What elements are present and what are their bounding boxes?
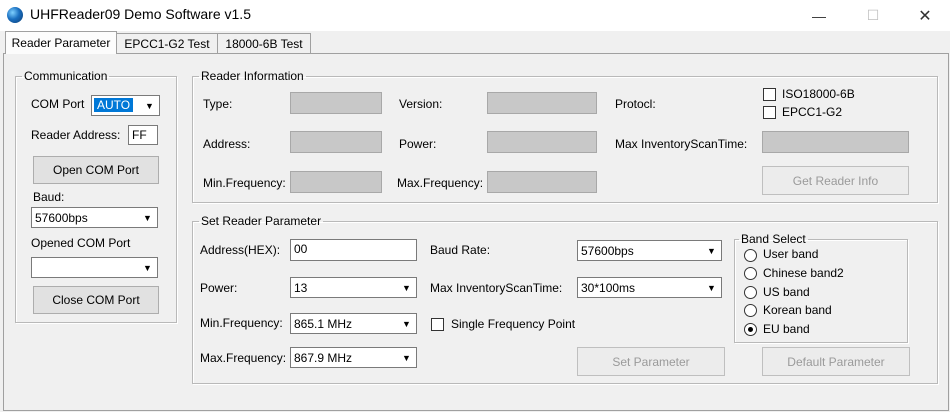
min-frequency-field <box>290 171 382 193</box>
power-label: Power: <box>399 137 437 151</box>
baud-value: 57600bps <box>35 211 88 225</box>
max-inventory-scan-time-value: 30*100ms <box>581 281 636 295</box>
set-reader-parameter-legend: Set Reader Parameter <box>201 214 322 228</box>
power-value: 13 <box>294 281 308 295</box>
tab-reader-parameter[interactable]: Reader Parameter <box>5 31 117 54</box>
maximize-button[interactable]: ☐ <box>850 0 896 31</box>
get-reader-info-button[interactable]: Get Reader Info <box>762 166 909 195</box>
single-frequency-point-label: Single Frequency Point <box>451 317 576 331</box>
band-select-group: Band Select <box>734 232 908 343</box>
epcc1-g2-checkbox[interactable] <box>763 106 776 119</box>
default-parameter-button[interactable]: Default Parameter <box>762 347 910 376</box>
korean-band-label: Korean band <box>763 303 832 317</box>
chevron-down-icon: ▼ <box>707 245 716 256</box>
min-frequency-setting-label: Min.Frequency: <box>200 316 283 330</box>
power-select[interactable]: 13 ▼ <box>290 277 417 298</box>
max-inventory-scan-time-setting-label: Max InventoryScanTime: <box>430 281 563 295</box>
version-field <box>487 92 597 114</box>
minimize-button[interactable]: — <box>796 0 842 31</box>
max-frequency-setting-label: Max.Frequency: <box>200 351 287 365</box>
korean-band-radio[interactable] <box>744 304 757 317</box>
app-globe-icon <box>7 7 23 23</box>
tab-18000-6b-test[interactable]: 18000-6B Test <box>217 33 311 53</box>
chevron-down-icon: ▼ <box>402 352 411 363</box>
max-inventory-scan-time-label: Max InventoryScanTime: <box>615 137 748 151</box>
type-field <box>290 92 382 114</box>
address-hex-label: Address(HEX): <box>200 243 281 257</box>
max-frequency-label: Max.Frequency: <box>397 176 484 190</box>
protocol-label: Protocl: <box>615 97 656 111</box>
reader-address-input[interactable]: FF <box>128 125 158 145</box>
baud-rate-label: Baud Rate: <box>430 243 491 257</box>
max-frequency-field <box>487 171 597 193</box>
single-frequency-point-checkbox[interactable] <box>431 318 444 331</box>
chinese-band2-radio[interactable] <box>744 267 757 280</box>
min-frequency-select[interactable]: 865.1 MHz ▼ <box>290 313 417 334</box>
opened-com-port-label: Opened COM Port <box>31 236 131 250</box>
max-inventory-scan-time-select[interactable]: 30*100ms ▼ <box>577 277 722 298</box>
tab-epcc1-g2-test[interactable]: EPCC1-G2 Test <box>116 33 218 53</box>
power-setting-label: Power: <box>200 281 238 295</box>
iso18000-6b-label: ISO18000-6B <box>782 87 855 101</box>
baud-rate-select[interactable]: 57600bps ▼ <box>577 240 722 261</box>
set-parameter-button[interactable]: Set Parameter <box>577 347 725 376</box>
us-band-label: US band <box>763 285 810 299</box>
power-field <box>487 131 597 153</box>
close-com-port-button[interactable]: Close COM Port <box>33 286 159 314</box>
close-button[interactable]: ✕ <box>902 0 948 31</box>
max-frequency-value: 867.9 MHz <box>294 351 353 365</box>
communication-legend: Communication <box>24 69 108 83</box>
eu-band-label: EU band <box>763 322 810 336</box>
title-bar: UHFReader09 Demo Software v1.5 — ☐ ✕ <box>0 0 950 31</box>
epcc1-g2-label: EPCC1-G2 <box>782 105 843 119</box>
chevron-down-icon: ▼ <box>143 212 152 223</box>
user-band-radio[interactable] <box>744 249 757 262</box>
baud-select[interactable]: 57600bps ▼ <box>31 207 158 228</box>
version-label: Version: <box>399 97 443 111</box>
com-port-label: COM Port <box>31 97 85 111</box>
us-band-radio[interactable] <box>744 286 757 299</box>
min-frequency-value: 865.1 MHz <box>294 317 353 331</box>
window-title: UHFReader09 Demo Software v1.5 <box>30 6 251 22</box>
address-label: Address: <box>203 137 251 151</box>
chinese-band2-label: Chinese band2 <box>763 266 844 280</box>
address-field <box>290 131 382 153</box>
reader-information-legend: Reader Information <box>201 69 304 83</box>
com-port-select[interactable]: AUTO ▼ <box>91 95 160 116</box>
band-select-legend: Band Select <box>741 232 806 246</box>
com-port-value: AUTO <box>94 98 134 112</box>
chevron-down-icon: ▼ <box>143 262 152 273</box>
opened-com-port-select[interactable]: ▼ <box>31 257 158 278</box>
eu-band-radio[interactable] <box>744 323 757 336</box>
chevron-down-icon: ▼ <box>402 282 411 293</box>
min-frequency-label: Min.Frequency: <box>203 176 286 190</box>
chevron-down-icon: ▼ <box>402 318 411 329</box>
chevron-down-icon: ▼ <box>707 282 716 293</box>
baud-rate-value: 57600bps <box>581 244 634 258</box>
chevron-down-icon: ▼ <box>145 100 154 111</box>
address-hex-input[interactable]: 00 <box>290 239 417 261</box>
max-frequency-select[interactable]: 867.9 MHz ▼ <box>290 347 417 368</box>
max-inventory-scan-time-field <box>762 131 909 153</box>
type-label: Type: <box>203 97 233 111</box>
iso18000-6b-checkbox[interactable] <box>763 88 776 101</box>
user-band-label: User band <box>763 247 819 261</box>
reader-address-label: Reader Address: <box>31 128 121 142</box>
baud-label: Baud: <box>33 190 65 204</box>
open-com-port-button[interactable]: Open COM Port <box>33 156 159 184</box>
